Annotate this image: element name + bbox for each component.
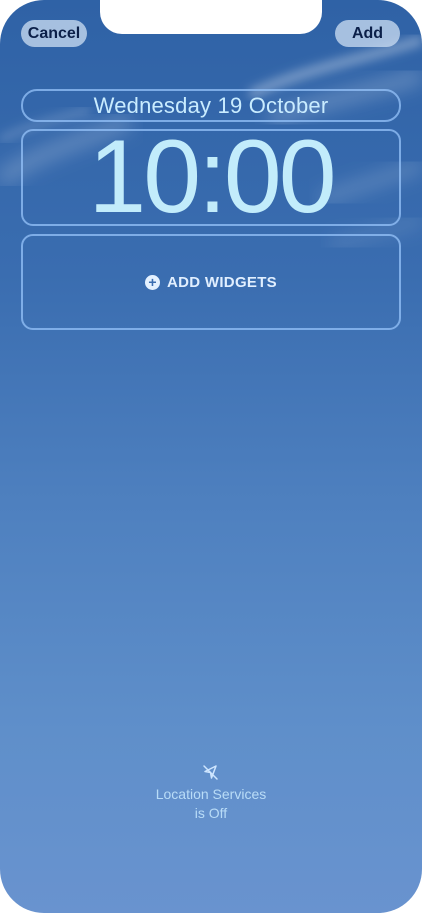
lock-screen-date: Wednesday 19 October — [93, 93, 329, 118]
lock-screen-time: 10:00 — [88, 129, 336, 226]
location-status-line1: Location Services — [155, 786, 267, 802]
date-widget-slot[interactable]: Wednesday 19 October — [21, 89, 401, 122]
clock-slot[interactable]: 10:00 — [21, 129, 401, 226]
lock-screen-editor: Cancel Add Wednesday 19 October 10:00 + … — [0, 0, 422, 913]
device-notch — [100, 0, 322, 34]
add-button[interactable]: Add — [335, 20, 400, 47]
add-widgets-label: ADD WIDGETS — [167, 273, 277, 291]
add-widgets-button[interactable]: + ADD WIDGETS — [21, 234, 401, 330]
location-status-line2: is Off — [194, 805, 228, 821]
cancel-button[interactable]: Cancel — [21, 20, 87, 47]
plus-circle-icon: + — [145, 274, 161, 290]
location-off-icon — [203, 765, 218, 780]
